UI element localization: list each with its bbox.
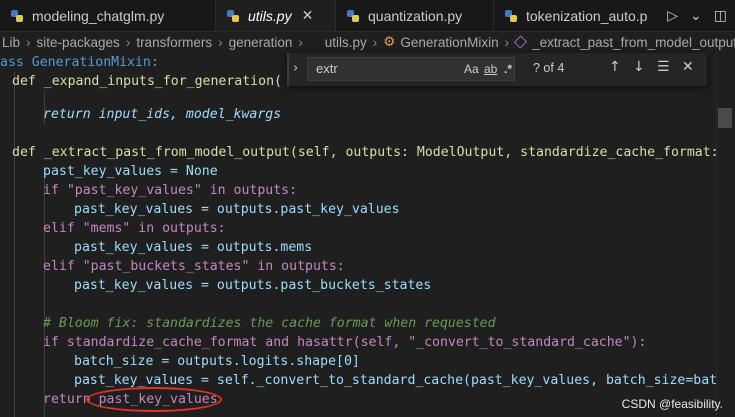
find-input-value: extr <box>316 61 338 76</box>
indent-guide <box>44 167 45 417</box>
code-line: def _extract_past_from_model_output(self… <box>12 143 735 162</box>
code-line: past_key_values = outputs.mems <box>74 238 312 257</box>
code-line: # Bloom fix: standardizes the cache form… <box>43 314 496 333</box>
editor-actions: ▷ ⌄ ◫ <box>659 0 735 31</box>
code-line: elif "past_buckets_states" in outputs: <box>43 257 345 276</box>
python-file-icon <box>10 9 24 23</box>
tab-modeling-chatglm[interactable]: modeling_chatglm.py <box>0 0 216 31</box>
find-widget: › extr Aa ab .* ? of 4 ↑ ↓ ☰ ✕ <box>287 53 707 86</box>
code-line-text: past_key_values = outputs.past_buckets_s… <box>74 278 432 293</box>
scrollbar-thumb[interactable] <box>718 108 732 128</box>
code-line: if standardize_cache_format and hasattr(… <box>43 333 646 352</box>
python-file-icon <box>504 9 518 23</box>
chevron-down-icon[interactable]: ⌄ <box>690 8 702 24</box>
chevron-right-icon: › <box>125 34 131 50</box>
tab-label: modeling_chatglm.py <box>32 7 165 24</box>
python-file-icon <box>226 9 240 23</box>
whole-word-icon[interactable]: ab <box>484 62 497 76</box>
tab-label: utils.py <box>248 7 292 24</box>
arrow-down-icon[interactable]: ↓ <box>633 59 645 75</box>
code-line: return input_ids, model_kwargs <box>43 105 281 124</box>
code-line-text: if "past_key_values" in outputs: <box>43 183 298 198</box>
code-line-text: past_key_values = outputs.past_key_value… <box>74 202 400 217</box>
tab-label: tokenization_auto.p <box>526 7 648 24</box>
chevron-right-icon: › <box>26 34 31 50</box>
code-line: if "past_key_values" in outputs: <box>43 181 297 200</box>
breadcrumb-item[interactable]: utils.py <box>325 35 367 50</box>
chevron-right-icon: › <box>504 34 510 50</box>
code-line-text: ass GenerationMixin: <box>0 55 159 70</box>
code-line-text: return input_ids, model_kwargs <box>43 107 282 122</box>
breadcrumb-item[interactable]: Lib <box>2 35 20 50</box>
close-icon[interactable]: ✕ <box>682 59 694 75</box>
editor-tab-bar: modeling_chatglm.py utils.py ✕ quantizat… <box>0 0 735 32</box>
match-count: ? of 4 <box>533 61 565 75</box>
code-line: past_key_values = outputs.past_buckets_s… <box>74 276 431 295</box>
annotation-ellipse <box>86 387 222 412</box>
breadcrumb-item[interactable]: transformers <box>136 35 212 50</box>
tab-tokenization-auto[interactable]: tokenization_auto.p <box>494 0 674 31</box>
code-line: def _expand_inputs_for_generation( <box>12 72 282 91</box>
regex-icon[interactable]: .* <box>504 62 512 76</box>
code-line-text: def _expand_inputs_for_generation( <box>12 74 282 89</box>
code-line-text: # Bloom fix: standardizes the cache form… <box>43 316 496 331</box>
method-icon <box>514 35 528 49</box>
code-line-text: batch_size = outputs.logits.shape[0] <box>74 354 360 369</box>
chevron-right-icon: › <box>298 34 303 50</box>
code-line: elif "mems" in outputs: <box>43 219 226 238</box>
breadcrumb-item[interactable]: _extract_past_from_model_output <box>532 35 735 50</box>
match-case-icon[interactable]: Aa <box>464 62 479 76</box>
run-icon[interactable]: ▷ <box>667 8 678 24</box>
chevron-right-icon: › <box>372 34 378 50</box>
find-in-selection-icon[interactable]: ☰ <box>657 59 670 75</box>
arrow-up-icon[interactable]: ↑ <box>609 59 621 75</box>
code-line: past_key_values = None <box>43 162 218 181</box>
code-line: ass GenerationMixin: <box>0 53 159 72</box>
indent-guide <box>14 72 15 417</box>
code-line-text: past_key_values = self._convert_to_stand… <box>74 373 735 388</box>
code-line-text: elif "mems" in outputs: <box>43 221 226 236</box>
chevron-right-icon[interactable]: › <box>293 61 298 76</box>
code-line-text: if standardize_cache_format and hasattr(… <box>43 335 647 350</box>
code-line-text: elif "past_buckets_states" in outputs: <box>43 259 345 274</box>
code-line-text: past_key_values = outputs.mems <box>74 240 313 255</box>
breadcrumb-item[interactable]: GenerationMixin <box>400 35 498 50</box>
breadcrumb-item[interactable]: site-packages <box>37 35 120 50</box>
code-line-text: def _extract_past_from_model_output(self… <box>12 145 735 160</box>
code-editor[interactable]: ass GenerationMixin: def _expand_inputs_… <box>0 53 735 417</box>
python-file-icon <box>346 9 360 23</box>
close-icon[interactable]: ✕ <box>302 7 314 24</box>
chevron-right-icon: › <box>218 34 223 50</box>
code-line: past_key_values = outputs.past_key_value… <box>74 200 400 219</box>
tab-label: quantization.py <box>368 7 463 24</box>
tab-quantization[interactable]: quantization.py <box>336 0 494 31</box>
tab-utils[interactable]: utils.py ✕ <box>216 0 336 31</box>
class-icon: ⚙ <box>383 34 396 49</box>
python-file-icon <box>309 36 320 48</box>
breadcrumb-item[interactable]: generation <box>229 35 293 50</box>
split-editor-icon[interactable]: ◫ <box>714 8 727 24</box>
find-input[interactable]: extr Aa ab .* <box>307 57 515 81</box>
code-line: batch_size = outputs.logits.shape[0] <box>74 352 360 371</box>
breadcrumb: Lib › site-packages › transformers › gen… <box>0 31 735 53</box>
code-line-text: past_key_values = None <box>43 164 218 179</box>
watermark: CSDN @feasibility. <box>621 397 723 411</box>
